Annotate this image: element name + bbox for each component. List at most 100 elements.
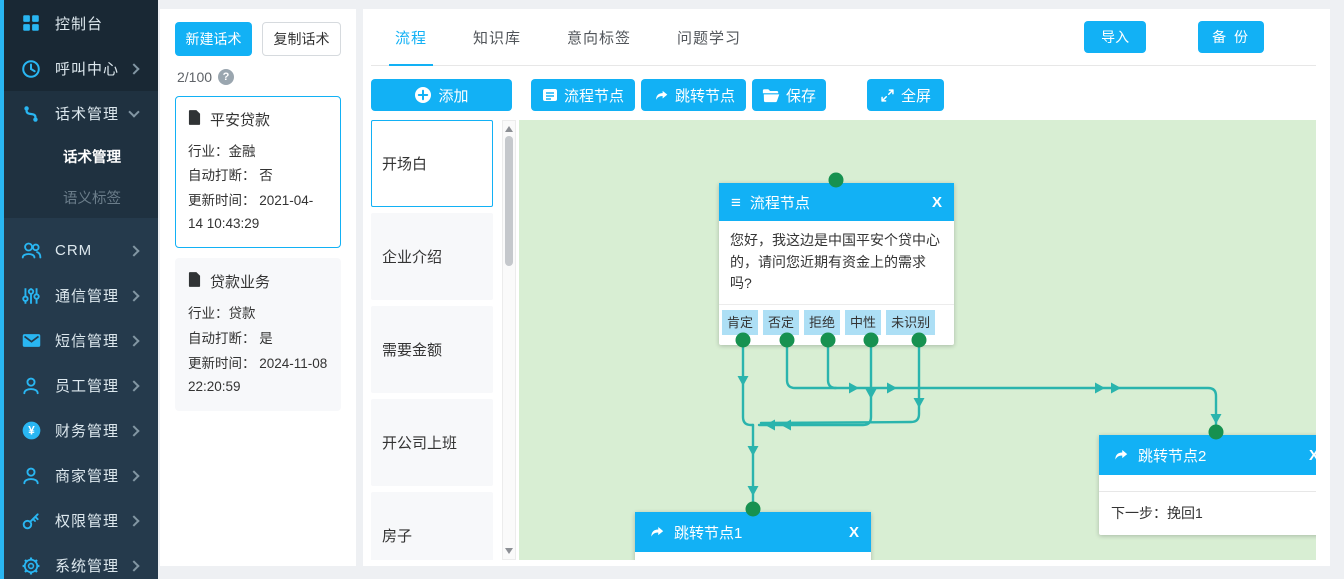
jump-node-1[interactable]: 跳转节点1 X <box>635 512 871 560</box>
flow-list-item-company-intro[interactable]: 企业介绍 <box>371 213 493 300</box>
sidebar-item-label: 通信管理 <box>55 285 130 306</box>
save-button[interactable]: 保存 <box>752 79 826 111</box>
jump-node-1-header[interactable]: 跳转节点1 X <box>635 512 871 552</box>
flow-node-list: 开场白 企业介绍 需要金额 开公司上班 房子 <box>371 120 493 560</box>
sidebar-item-system-mgmt[interactable]: 系统管理 <box>0 543 158 579</box>
tag-affirm[interactable]: 肯定 <box>722 310 758 335</box>
sidebar-item-comm-mgmt[interactable]: 通信管理 <box>0 273 158 318</box>
jump-node-button[interactable]: 跳转节点 <box>641 79 746 111</box>
sidebar-subitem-semantic-tags[interactable]: 语义标签 <box>0 177 158 218</box>
sidebar-subitem-label: 话术管理 <box>63 146 121 167</box>
fullscreen-label: 全屏 <box>901 85 931 106</box>
add-node-button[interactable]: 添加 <box>371 79 512 111</box>
chevron-right-icon <box>128 470 139 481</box>
close-icon[interactable]: X <box>849 524 859 541</box>
sidebar-subitem-label: 语义标签 <box>63 187 121 208</box>
sidebar-item-merchant-mgmt[interactable]: 商家管理 <box>0 453 158 498</box>
flow-node-text[interactable]: 您好，我这边是中国平安个贷中心的，请问您近期有资金上的需求吗? <box>719 221 954 305</box>
flow-node-tags: 肯定 否定 拒绝 中性 未识别 <box>719 305 954 345</box>
clock-icon <box>20 58 42 80</box>
sidebar-item-label: 权限管理 <box>55 510 130 531</box>
flow-node-title: 流程节点 <box>750 192 810 213</box>
script-card-updated: 更新时间： 2024-11-08 22:20:59 <box>188 353 328 399</box>
sidebar-subitem-script-mgmt[interactable]: 话术管理 <box>0 136 158 177</box>
sidebar: 控制台 呼叫中心 话术管理 话术管理 语义标签 CRM <box>0 0 158 579</box>
sidebar-item-label: 系统管理 <box>55 555 130 576</box>
editor-panel: 流程 知识库 意向标签 问题学习 导入 备 份 添加 流程节点 跳转节点 <box>363 9 1330 566</box>
merchant-icon <box>20 465 42 487</box>
tag-unrecognized[interactable]: 未识别 <box>886 310 935 335</box>
list-icon <box>542 87 558 103</box>
script-card-updated: 更新时间： 2021-04-14 10:43:29 <box>188 190 328 236</box>
jump-arrow-icon <box>652 87 669 104</box>
sidebar-item-sms-mgmt[interactable]: 短信管理 <box>0 318 158 363</box>
chevron-right-icon <box>128 515 139 526</box>
wire-negative-to-jump2 <box>787 340 1216 426</box>
document-icon <box>188 108 201 134</box>
svg-text:¥: ¥ <box>28 425 35 438</box>
chevron-right-icon <box>128 63 139 74</box>
copy-script-button[interactable]: 复制话术 <box>262 22 341 56</box>
close-icon[interactable]: X <box>932 194 942 211</box>
flow-node-card[interactable]: ≡ 流程节点 X 您好，我这边是中国平安个贷中心的，请问您近期有资金上的需求吗?… <box>719 183 954 345</box>
jump-node-2-next-step: 下一步：挽回1 <box>1099 492 1316 535</box>
sidebar-item-call-center[interactable]: 呼叫中心 <box>0 46 158 91</box>
tag-neutral[interactable]: 中性 <box>845 310 881 335</box>
flow-list-item-amount[interactable]: 需要金额 <box>371 306 493 393</box>
add-node-label: 添加 <box>438 85 468 106</box>
flow-content: 开场白 企业介绍 需要金额 开公司上班 房子 ≡ 流程节点 X 您好，我这边是中… <box>371 120 1316 560</box>
script-card-industry: 行业：贷款 <box>188 303 328 326</box>
sidebar-item-crm[interactable]: CRM <box>0 228 158 273</box>
sidebar-item-finance-mgmt[interactable]: ¥ 财务管理 <box>0 408 158 453</box>
people-icon <box>20 240 42 262</box>
backup-button[interactable]: 备 份 <box>1198 21 1264 53</box>
help-icon[interactable]: ? <box>218 69 234 85</box>
fullscreen-button[interactable]: 全屏 <box>867 79 944 111</box>
yen-icon: ¥ <box>20 420 42 442</box>
wire-refuse <box>828 340 836 388</box>
branch-icon <box>20 103 42 125</box>
tag-negative[interactable]: 否定 <box>763 310 799 335</box>
app-root: { "sidebar": { "items": [ { "label": "控制… <box>0 0 1344 579</box>
sidebar-item-staff-mgmt[interactable]: 员工管理 <box>0 363 158 408</box>
flow-list-item-company-job[interactable]: 开公司上班 <box>371 399 493 486</box>
script-card[interactable]: 贷款业务 行业：贷款 自动打断： 是 更新时间： 2024-11-08 22:2… <box>175 258 341 410</box>
jump-node-label: 跳转节点 <box>675 85 735 106</box>
node-list-scrollbar[interactable] <box>502 120 516 560</box>
flow-list-item-house[interactable]: 房子 <box>371 492 493 560</box>
script-card-interrupt: 自动打断： 是 <box>188 328 328 351</box>
document-icon <box>188 270 201 296</box>
editor-tabs: 流程 知识库 意向标签 问题学习 导入 备 份 <box>371 9 1316 66</box>
import-button[interactable]: 导入 <box>1084 21 1146 53</box>
sidebar-item-label: 短信管理 <box>55 330 130 351</box>
jump-node-2-header[interactable]: 跳转节点2 X <box>1099 435 1316 475</box>
flow-canvas[interactable]: ≡ 流程节点 X 您好，我这边是中国平安个贷中心的，请问您近期有资金上的需求吗?… <box>519 120 1316 560</box>
scroll-down-icon[interactable] <box>505 548 513 554</box>
tab-knowledge-base[interactable]: 知识库 <box>473 9 521 65</box>
flow-node-button[interactable]: 流程节点 <box>531 79 635 111</box>
tag-refuse[interactable]: 拒绝 <box>804 310 840 335</box>
gear-icon <box>20 555 42 577</box>
sidebar-item-script-mgmt[interactable]: 话术管理 <box>0 91 158 136</box>
script-card[interactable]: 平安贷款 行业：金融 自动打断： 否 更新时间： 2021-04-14 10:4… <box>175 96 341 248</box>
new-script-button[interactable]: 新建话术 <box>175 22 252 56</box>
flow-node-header[interactable]: ≡ 流程节点 X <box>719 183 954 221</box>
jump-node-1-title: 跳转节点1 <box>674 522 742 543</box>
flow-node-label: 流程节点 <box>564 85 624 106</box>
close-icon[interactable]: X <box>1309 447 1316 464</box>
scrollbar-thumb[interactable] <box>505 136 513 266</box>
jump-node-2-body <box>1099 475 1316 492</box>
tab-question-learning[interactable]: 问题学习 <box>677 9 741 65</box>
sidebar-item-label: 商家管理 <box>55 465 130 486</box>
sidebar-item-console[interactable]: 控制台 <box>0 0 158 46</box>
flow-list-item-opening[interactable]: 开场白 <box>371 120 493 207</box>
jump-node-2[interactable]: 跳转节点2 X 下一步：挽回1 <box>1099 435 1316 535</box>
sidebar-item-permission-mgmt[interactable]: 权限管理 <box>0 498 158 543</box>
scripts-panel: 新建话术 复制话术 2/100 ? 平安贷款 行业：金融 自动打断： 否 更新时… <box>160 9 356 566</box>
chevron-right-icon <box>128 245 139 256</box>
scroll-up-icon[interactable] <box>505 126 513 132</box>
tab-flow[interactable]: 流程 <box>395 9 427 65</box>
tab-intent-tags[interactable]: 意向标签 <box>567 9 631 65</box>
key-icon <box>20 510 42 532</box>
sidebar-item-label: 财务管理 <box>55 420 130 441</box>
